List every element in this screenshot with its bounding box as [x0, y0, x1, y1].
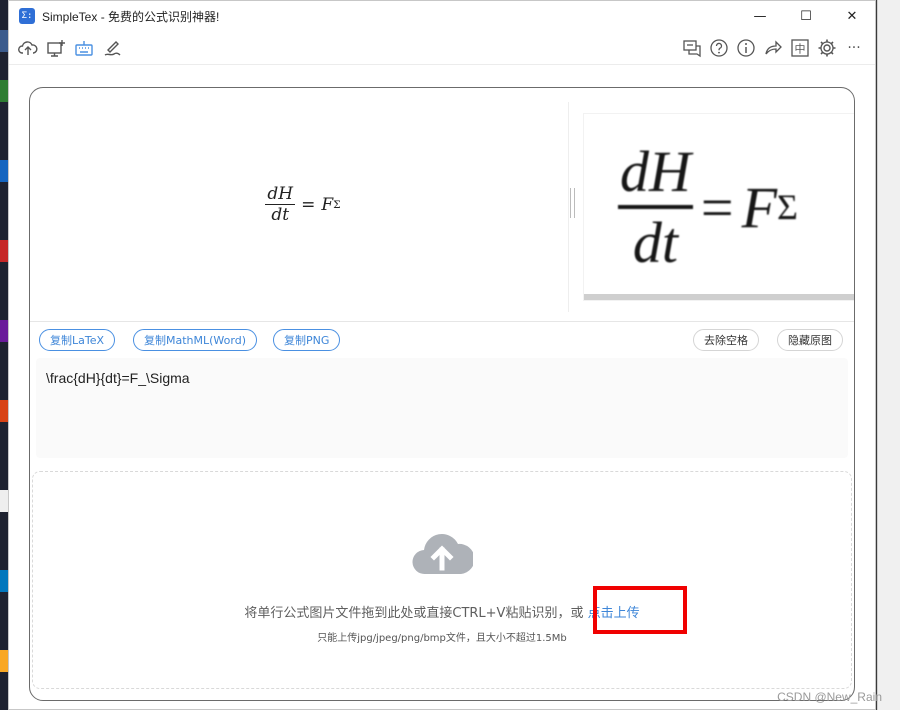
screen-capture-icon[interactable]: [45, 36, 67, 60]
original-fraction: dH dt: [618, 138, 693, 276]
highlight-annotation-box: [593, 586, 687, 634]
window-title: SimpleTex - 免费的公式识别神器!: [42, 9, 220, 24]
original-rhs: F: [741, 174, 778, 240]
upload-dropzone[interactable]: 将单行公式图片文件拖到此处或直接CTRL+V粘贴识别，或 点击上传 只能上传jp…: [32, 471, 852, 689]
info-icon[interactable]: [735, 36, 757, 60]
upload-instruction: 将单行公式图片文件拖到此处或直接CTRL+V粘贴识别，或 点击上传: [33, 602, 851, 621]
chat-icon[interactable]: [681, 36, 703, 60]
rendered-formula: dH dt = FΣ: [265, 184, 341, 225]
minimize-button[interactable]: —: [737, 1, 783, 31]
chinese-lang-icon[interactable]: 中: [789, 36, 811, 60]
formula-card: dH dt = FΣ dH dt = FΣ 复制LaTeX 复制MathML(W…: [29, 87, 855, 701]
rhs-symbol: F: [321, 194, 334, 215]
upload-hint: 只能上传jpg/jpeg/png/bmp文件，且大小不超过1.5Mb: [317, 633, 567, 644]
fraction-numerator: dH: [267, 184, 294, 204]
panel-divider: [568, 102, 569, 312]
app-logo-icon: Σ:: [19, 8, 35, 24]
copy-mathml-button[interactable]: 复制MathML(Word): [133, 329, 257, 351]
original-image-panel: dH dt = FΣ: [584, 114, 854, 300]
watermark: CSDN @New_Rain: [777, 690, 882, 704]
original-numerator: dH: [620, 139, 691, 204]
latex-code[interactable]: \frac{dH}{dt}=F_\Sigma: [46, 370, 190, 386]
split-drag-handle[interactable]: [570, 188, 575, 218]
latex-editor[interactable]: \frac{dH}{dt}=F_\Sigma: [36, 358, 848, 458]
more-icon[interactable]: ···: [843, 36, 865, 60]
upload-instruction-text: 将单行公式图片文件拖到此处或直接CTRL+V粘贴识别，或: [244, 606, 588, 621]
original-subscript: Σ: [777, 187, 798, 227]
fraction: dH dt: [265, 184, 296, 225]
cloud-upload-icon[interactable]: [17, 36, 39, 60]
original-denominator: dt: [632, 210, 678, 275]
hide-original-button[interactable]: 隐藏原图: [777, 329, 843, 351]
copy-png-button[interactable]: 复制PNG: [273, 329, 341, 351]
handwriting-icon[interactable]: [101, 36, 123, 60]
rhs-subscript: Σ: [333, 198, 341, 211]
title-bar: Σ: SimpleTex - 免费的公式识别神器! — ☐ ✕: [9, 1, 875, 31]
keyboard-icon[interactable]: [73, 36, 95, 60]
cloud-upload-icon: [412, 534, 473, 575]
copy-latex-button[interactable]: 复制LaTeX: [39, 329, 116, 351]
remove-spaces-button[interactable]: 去除空格: [693, 329, 759, 351]
share-icon[interactable]: [762, 36, 784, 60]
background-window-edge: [877, 0, 900, 710]
original-formula-image: dH dt = FΣ: [618, 138, 798, 276]
close-button[interactable]: ✕: [829, 1, 875, 31]
help-icon[interactable]: [708, 36, 730, 60]
rendered-formula-preview: dH dt = FΣ: [30, 88, 568, 321]
toolbar: 中 ···: [9, 32, 875, 65]
equals-sign: =: [301, 194, 316, 215]
maximize-button[interactable]: ☐: [783, 1, 829, 31]
action-button-row: 复制LaTeX 复制MathML(Word) 复制PNG 去除空格 隐藏原图: [30, 321, 854, 358]
app-window: Σ: SimpleTex - 免费的公式识别神器! — ☐ ✕ 中 ··· dH…: [8, 0, 876, 710]
original-equals: =: [700, 174, 734, 240]
lang-glyph: 中: [795, 43, 806, 56]
settings-icon[interactable]: [816, 36, 838, 60]
window-controls: — ☐ ✕: [737, 1, 875, 31]
fraction-denominator: dt: [271, 205, 290, 225]
image-scrollbar[interactable]: [584, 294, 854, 300]
